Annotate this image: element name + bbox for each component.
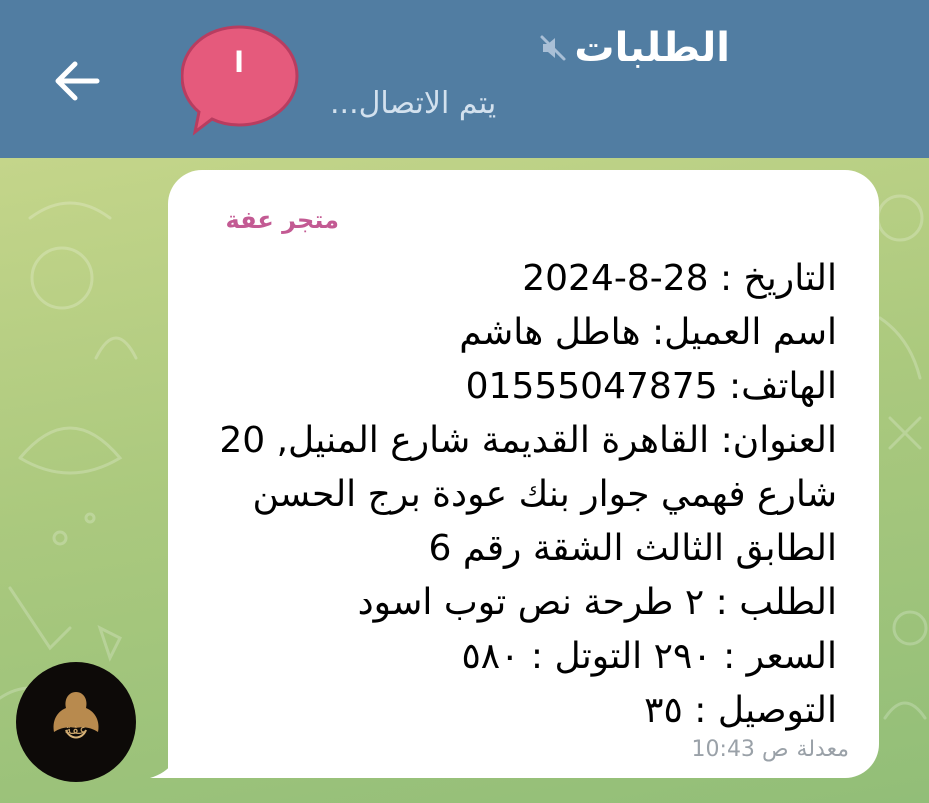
message-line-address-2: شارع فهمي جوار بنك عودة برج الحسن: [252, 474, 837, 515]
logo-text: عفة: [64, 722, 88, 738]
message-time: 10:43 ص: [691, 737, 789, 762]
sender-avatar[interactable]: عفة: [16, 662, 136, 782]
message-bubble[interactable]: متجر عفة التاريخ : 28-8-2024 اسم العميل:…: [168, 170, 879, 778]
message-line-customer: اسم العميل: هاطل هاشم: [459, 312, 837, 353]
connection-status: يتم الاتصال...: [330, 86, 497, 121]
chat-bubble-avatar-icon: [180, 25, 299, 136]
message-text: التاريخ : 28-8-2024 اسم العميل: هاطل هاش…: [177, 252, 837, 738]
message-line-address-3: الطابق الثالث الشقة رقم 6: [428, 528, 837, 569]
chat-header: ا الطلبات يتم الاتصال...: [0, 0, 929, 158]
message-meta: معدلة 10:43 ص: [684, 737, 849, 762]
chat-title-block[interactable]: الطلبات يتم الاتصال...: [330, 22, 730, 121]
chat-area[interactable]: عفة متجر عفة التاريخ : 28-8-2024 اسم الع…: [0, 158, 929, 803]
message-line-date: التاريخ : 28-8-2024: [522, 258, 837, 299]
message-line-order: الطلب : ٢ طرحة نص توب اسود: [357, 582, 837, 623]
message-line-address: العنوان: القاهرة القديمة شارع المنيل, 20: [219, 420, 837, 461]
back-button[interactable]: [40, 44, 114, 118]
sender-name[interactable]: متجر عفة: [226, 206, 339, 234]
speaker-muted-icon: [540, 35, 566, 61]
arrow-left-icon: [55, 61, 100, 101]
message-line-price: السعر : ٢٩٠ التوتل : ٥٨٠: [461, 636, 837, 677]
avatar-letter: ا: [234, 46, 244, 79]
edited-label: معدلة: [796, 737, 849, 762]
message-line-delivery: التوصيل : ٣٥: [644, 690, 837, 731]
message-line-phone[interactable]: الهاتف: 01555047875: [177, 360, 837, 414]
chat-avatar[interactable]: ا: [180, 24, 301, 140]
chat-title: الطلبات: [574, 25, 730, 71]
